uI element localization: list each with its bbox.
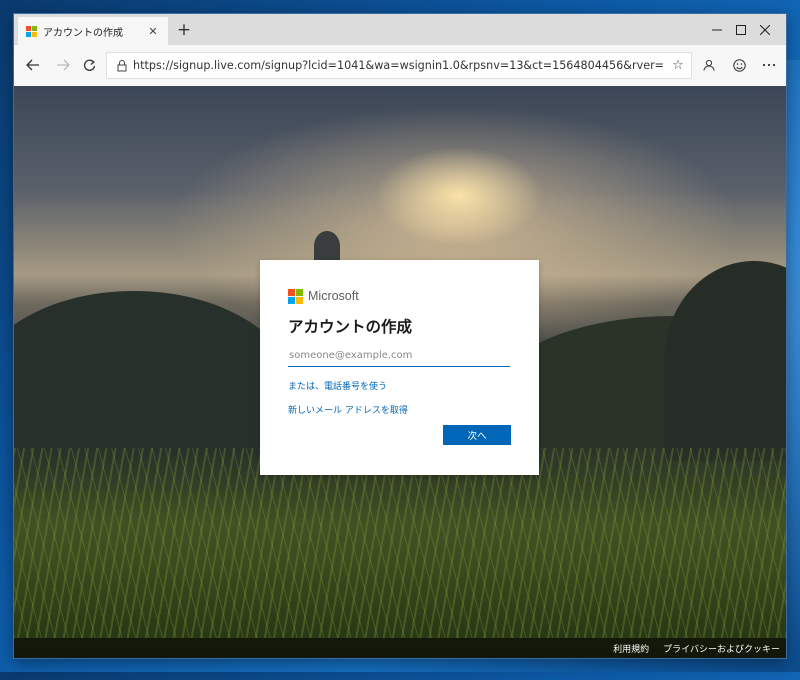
brand-name: Microsoft xyxy=(308,289,359,303)
more-icon xyxy=(762,63,776,67)
refresh-button[interactable] xyxy=(74,51,104,79)
privacy-link[interactable]: プライバシーおよびクッキー xyxy=(663,642,780,655)
tab-title: アカウントの作成 xyxy=(43,27,123,39)
grass-foreground xyxy=(14,448,786,638)
terms-link[interactable]: 利用規約 xyxy=(613,642,649,655)
tab-strip: アカウントの作成 ✕ + xyxy=(14,14,786,45)
get-new-email-link[interactable]: 新しいメール アドレスを取得 xyxy=(288,403,511,416)
more-button[interactable] xyxy=(754,51,784,79)
address-bar[interactable]: https://signup.live.com/signup?lcid=1041… xyxy=(106,52,692,79)
background-mountain xyxy=(314,231,340,261)
browser-window: アカウントの作成 ✕ + https://signup.live.com/sig… xyxy=(14,14,786,658)
email-input[interactable] xyxy=(288,345,510,367)
next-button[interactable]: 次へ xyxy=(443,425,511,445)
profile-icon xyxy=(703,59,715,71)
signup-dialog: Microsoft アカウントの作成 または、電話番号を使う 新しいメール アド… xyxy=(260,260,539,475)
browser-toolbar: https://signup.live.com/signup?lcid=1041… xyxy=(14,45,786,87)
feedback-smiley-icon xyxy=(732,58,746,72)
close-icon xyxy=(760,24,770,35)
use-phone-link[interactable]: または、電話番号を使う xyxy=(288,379,511,392)
profile-button[interactable] xyxy=(694,51,724,79)
microsoft-logo-icon xyxy=(288,288,303,304)
back-button[interactable] xyxy=(18,51,48,79)
microsoft-brand: Microsoft xyxy=(288,288,511,304)
close-window-button[interactable] xyxy=(742,14,786,45)
tab-close-icon[interactable]: ✕ xyxy=(146,25,160,38)
new-tab-button[interactable]: + xyxy=(172,19,196,41)
background-mountain xyxy=(664,261,786,461)
back-icon xyxy=(26,59,39,71)
favorite-star-icon[interactable]: ☆ xyxy=(665,58,691,73)
tab-create-account[interactable]: アカウントの作成 ✕ xyxy=(18,17,168,45)
lock-icon xyxy=(111,59,133,72)
forward-icon xyxy=(57,59,70,71)
refresh-icon xyxy=(83,58,95,71)
page-content: Microsoft アカウントの作成 または、電話番号を使う 新しいメール アド… xyxy=(14,86,786,658)
page-footer: 利用規約 プライバシーおよびクッキー xyxy=(14,638,786,658)
page-title: アカウントの作成 xyxy=(288,318,413,336)
url-text[interactable]: https://signup.live.com/signup?lcid=1041… xyxy=(133,59,665,72)
feedback-button[interactable] xyxy=(724,51,754,79)
microsoft-logo-icon xyxy=(26,25,37,37)
